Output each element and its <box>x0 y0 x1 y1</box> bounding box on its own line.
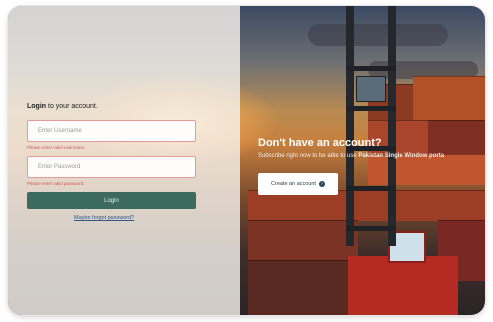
username-placeholder: Enter Username <box>38 128 82 134</box>
create-account-label: Create an account <box>271 181 316 187</box>
signup-subtitle: Subscribe right now to be able to use Pa… <box>258 153 445 159</box>
password-error: Please enter valid password. <box>27 181 85 186</box>
login-button[interactable]: Login <box>27 192 196 209</box>
arrow-right-circle-icon: › <box>318 181 325 187</box>
create-account-button[interactable]: Create an account › <box>258 173 338 195</box>
password-placeholder: Enter Password <box>38 164 81 170</box>
username-input[interactable]: Enter Username <box>27 120 196 142</box>
username-error: Please enter valid username. <box>27 145 86 150</box>
truck <box>348 256 458 315</box>
forgot-password-link[interactable]: Maybe forgot password? <box>74 215 134 221</box>
signup-heading: Don't have an account? <box>258 137 382 149</box>
password-input[interactable]: Enter Password <box>27 156 196 178</box>
login-card: Login to your account. Enter Username Pl… <box>8 6 485 315</box>
login-heading: Login to your account. <box>27 103 98 110</box>
